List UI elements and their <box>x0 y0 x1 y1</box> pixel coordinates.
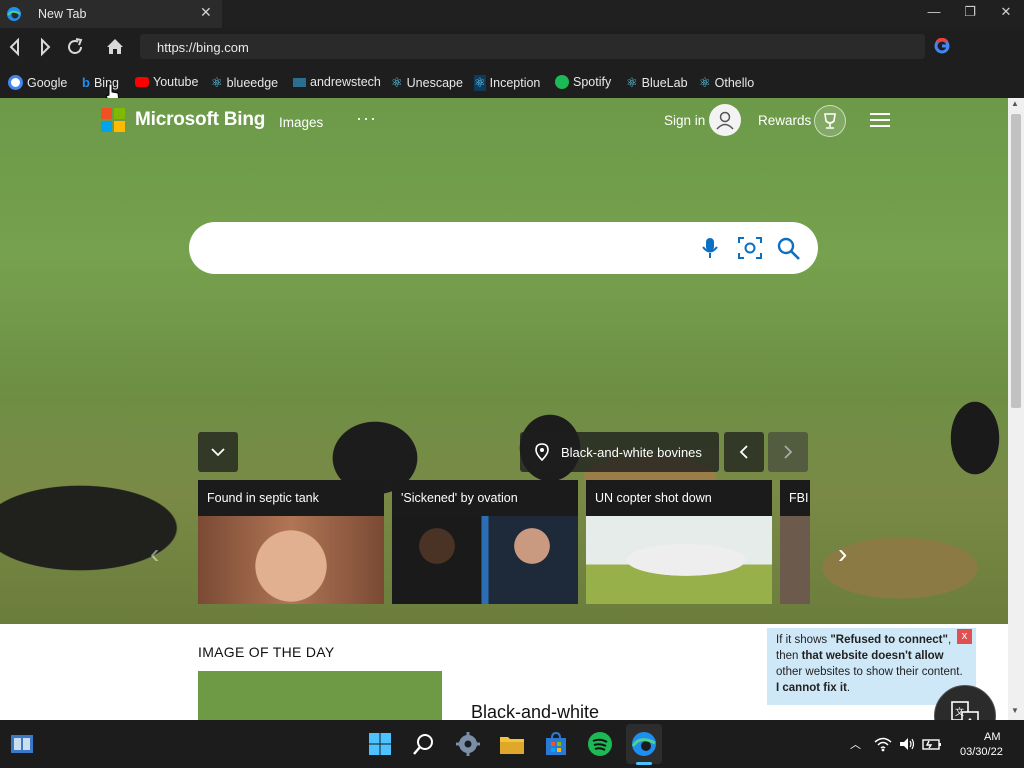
scroll-up-icon[interactable]: ▲ <box>1011 99 1019 108</box>
search-icon[interactable] <box>776 236 802 262</box>
avatar-icon[interactable] <box>709 104 741 136</box>
scroll-down-icon[interactable]: ▼ <box>1011 706 1019 715</box>
news-card-image <box>780 516 810 604</box>
url-text[interactable]: https://bing.com <box>157 40 249 55</box>
news-card-title: FBI <box>780 480 810 516</box>
windows-start-icon[interactable] <box>366 730 394 758</box>
visual-search-icon[interactable] <box>737 236 763 260</box>
google-icon[interactable] <box>934 38 950 54</box>
spotify-taskbar-icon[interactable] <box>586 730 614 758</box>
news-card-title: Found in septic tank <box>198 480 384 516</box>
react-icon: ⚛ <box>626 75 638 90</box>
news-card-image <box>392 516 578 604</box>
news-card[interactable]: 'Sickened' by ovation <box>392 480 578 604</box>
tooltip-close-button[interactable]: x <box>957 629 972 644</box>
reload-icon[interactable] <box>64 36 86 58</box>
edge-taskbar-icon[interactable] <box>630 730 658 758</box>
search-taskbar-icon[interactable] <box>410 730 438 758</box>
spotify-icon <box>555 75 569 89</box>
google-icon <box>8 75 23 90</box>
clock-date[interactable]: 03/30/22 <box>960 746 1003 758</box>
minimize-icon[interactable]: — <box>922 4 946 19</box>
forward-icon[interactable] <box>34 36 56 58</box>
microphone-icon[interactable] <box>700 236 720 260</box>
bookmark-blueedge[interactable]: ⚛ blueedge <box>211 75 278 91</box>
maximize-icon[interactable]: ❐ <box>958 4 982 20</box>
bing-icon: b <box>82 75 90 90</box>
news-card[interactable]: Found in septic tank <box>198 480 384 604</box>
microsoft-logo-icon <box>101 108 125 132</box>
previous-image-button[interactable] <box>724 432 764 472</box>
caption-text[interactable]: Black-and-white bovines <box>561 445 702 460</box>
bookmark-andrewstech[interactable]: andrewstech <box>293 75 381 89</box>
back-icon[interactable] <box>4 36 26 58</box>
more-menu-icon[interactable]: ··· <box>356 108 377 129</box>
news-card-image <box>586 516 772 604</box>
site-icon <box>293 77 306 87</box>
edge-icon <box>7 7 21 21</box>
react-icon: ⚛ <box>391 75 403 90</box>
news-prev-icon[interactable]: ‹ <box>150 538 159 570</box>
sign-in-link[interactable]: Sign in <box>664 113 705 128</box>
chevron-right-icon <box>784 445 793 459</box>
active-app-indicator <box>636 762 652 765</box>
bookmark-unescape[interactable]: ⚛ Unescape <box>391 75 463 91</box>
react-icon: ⚛ <box>211 75 223 90</box>
widgets-icon[interactable] <box>8 730 36 758</box>
wifi-icon[interactable] <box>874 736 892 752</box>
settings-gear-icon[interactable] <box>454 730 482 758</box>
address-bar[interactable] <box>140 34 925 59</box>
youtube-icon <box>135 77 149 87</box>
trophy-icon[interactable] <box>814 105 846 137</box>
hamburger-menu-icon[interactable] <box>870 112 890 128</box>
news-next-icon[interactable]: › <box>838 538 847 570</box>
news-card-title: 'Sickened' by ovation <box>392 480 578 516</box>
bookmark-othello[interactable]: ⚛ Othello <box>699 75 754 91</box>
clock-time[interactable]: AM <box>984 731 1001 743</box>
bookmark-bluelab[interactable]: ⚛ BlueLab <box>626 75 688 91</box>
scrollbar-thumb[interactable] <box>1011 114 1021 408</box>
nav-images-link[interactable]: Images <box>279 115 323 130</box>
home-icon[interactable] <box>104 36 126 58</box>
svg-text:文: 文 <box>955 706 964 718</box>
battery-icon[interactable] <box>922 736 942 752</box>
react-icon: ⚛ <box>699 75 711 90</box>
image-of-the-day-thumbnail[interactable] <box>198 671 442 720</box>
news-card[interactable]: UN copter shot down <box>586 480 772 604</box>
file-explorer-icon[interactable] <box>498 730 526 758</box>
location-pin-icon <box>535 443 549 461</box>
news-card-image <box>198 516 384 604</box>
tab-new-tab[interactable]: New Tab ✕ <box>0 0 222 28</box>
logo-text: Microsoft Bing <box>135 109 266 130</box>
microsoft-store-icon[interactable] <box>542 730 570 758</box>
next-image-button[interactable] <box>768 432 808 472</box>
chevron-left-icon <box>739 445 748 459</box>
chevron-down-icon <box>211 448 225 457</box>
image-of-the-day-heading: IMAGE OF THE DAY <box>198 644 335 660</box>
news-card[interactable]: FBI <box>780 480 810 604</box>
bookmark-google[interactable]: Google <box>8 75 67 90</box>
tab-title: New Tab <box>38 7 87 21</box>
bookmark-inception[interactable]: ⚛ Inception <box>474 75 540 91</box>
react-icon: ⚛ <box>474 75 486 91</box>
bookmark-spotify[interactable]: Spotify <box>555 75 611 89</box>
news-card-title: UN copter shot down <box>586 480 772 516</box>
chevron-up-icon[interactable]: ︿ <box>850 736 861 752</box>
search-input[interactable] <box>189 222 818 274</box>
close-tab-icon[interactable]: ✕ <box>200 4 212 21</box>
volume-icon[interactable] <box>898 736 916 752</box>
rewards-link[interactable]: Rewards <box>758 113 811 128</box>
close-window-icon[interactable]: ✕ <box>994 4 1018 20</box>
expand-caption-button[interactable] <box>198 432 238 472</box>
bookmark-youtube[interactable]: Youtube <box>135 75 198 89</box>
bing-logo[interactable]: Microsoft Bing <box>101 108 265 132</box>
